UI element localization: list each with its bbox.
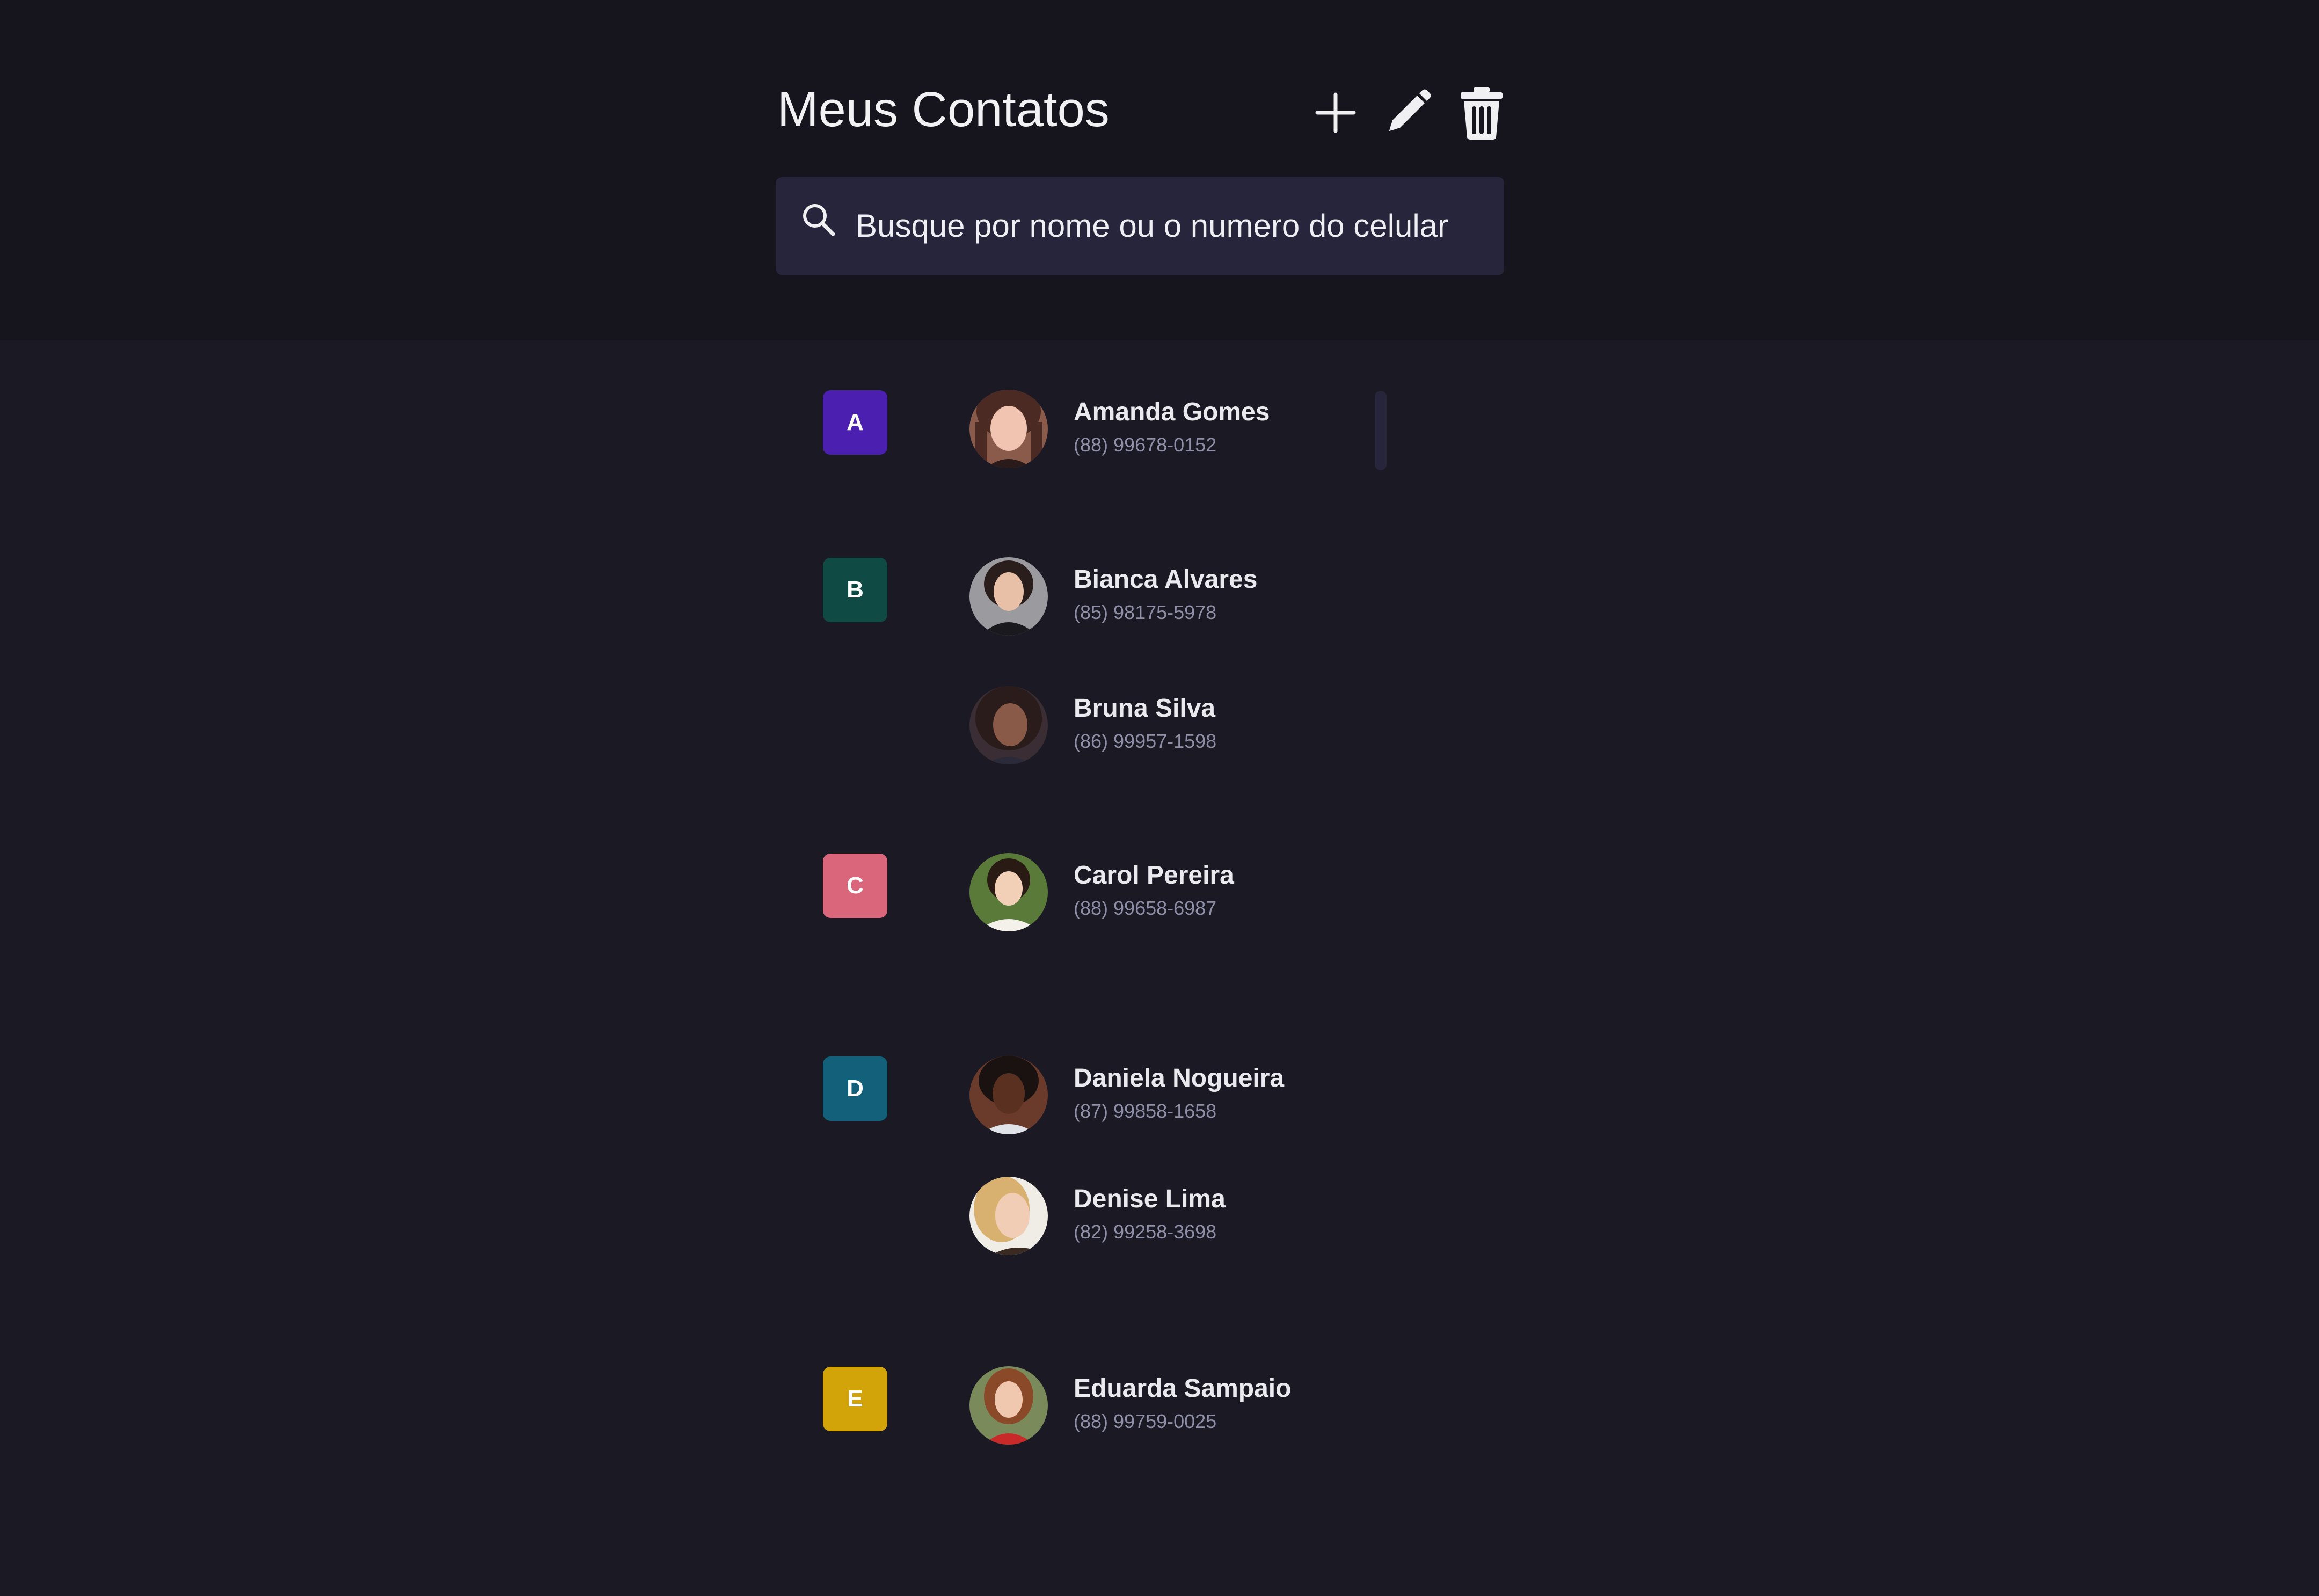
pencil-icon — [1389, 89, 1431, 131]
search-input[interactable] — [856, 199, 1489, 252]
group-letter-b: B — [823, 558, 887, 622]
contact-phone: (86) 99957-1598 — [1074, 730, 1217, 752]
page-title: Meus Contatos — [777, 82, 1110, 137]
contact-phone: (88) 99658-6987 — [1074, 897, 1217, 919]
contact-phone: (85) 98175-5978 — [1074, 601, 1217, 623]
avatar — [969, 557, 1048, 636]
group-letter-d: D — [823, 1056, 887, 1121]
delete-contact-button[interactable] — [1449, 81, 1514, 145]
contact-item-daniela-nogueira[interactable]: Daniela Nogueira (87) 99858-1658 — [969, 1056, 1377, 1136]
avatar — [969, 686, 1048, 764]
group-letter-c: C — [823, 854, 887, 918]
contact-name: Bruna Silva — [1074, 694, 1216, 723]
avatar — [969, 1177, 1048, 1255]
edit-contact-button[interactable] — [1375, 81, 1440, 145]
contact-item-carol-pereira[interactable]: Carol Pereira (88) 99658-6987 — [969, 853, 1377, 934]
contact-phone: (87) 99858-1658 — [1074, 1100, 1217, 1122]
contact-name: Bianca Alvares — [1074, 565, 1258, 594]
contact-name: Amanda Gomes — [1074, 398, 1270, 426]
contact-item-amanda-gomes[interactable]: Amanda Gomes (88) 99678-0152 — [969, 390, 1377, 470]
group-letter-a: A — [823, 390, 887, 455]
avatar — [969, 1366, 1048, 1445]
app-header: Meus Contatos — [0, 0, 2319, 340]
add-contact-button[interactable] — [1303, 81, 1368, 145]
trash-icon — [1461, 87, 1503, 140]
search-bar[interactable] — [776, 177, 1504, 275]
contact-item-eduarda-sampaio[interactable]: Eduarda Sampaio (88) 99759-0025 — [969, 1366, 1377, 1447]
contact-name: Daniela Nogueira — [1074, 1064, 1285, 1092]
contact-name: Carol Pereira — [1074, 861, 1234, 890]
contact-name: Eduarda Sampaio — [1074, 1374, 1292, 1403]
group-letter-e: E — [823, 1367, 887, 1431]
contact-item-bianca-alvares[interactable]: Bianca Alvares (85) 98175-5978 — [969, 557, 1377, 638]
avatar — [969, 1056, 1048, 1134]
contact-phone: (82) 99258-3698 — [1074, 1221, 1217, 1243]
contact-name: Denise Lima — [1074, 1185, 1226, 1213]
avatar — [969, 853, 1048, 931]
contact-phone: (88) 99759-0025 — [1074, 1410, 1217, 1432]
plus-icon — [1315, 92, 1356, 133]
contact-item-denise-lima[interactable]: Denise Lima (82) 99258-3698 — [969, 1177, 1377, 1257]
contact-item-bruna-silva[interactable]: Bruna Silva (86) 99957-1598 — [969, 686, 1377, 767]
scrollbar-thumb[interactable] — [1375, 391, 1387, 470]
avatar — [969, 390, 1048, 468]
contact-phone: (88) 99678-0152 — [1074, 434, 1217, 456]
search-icon — [803, 204, 835, 236]
